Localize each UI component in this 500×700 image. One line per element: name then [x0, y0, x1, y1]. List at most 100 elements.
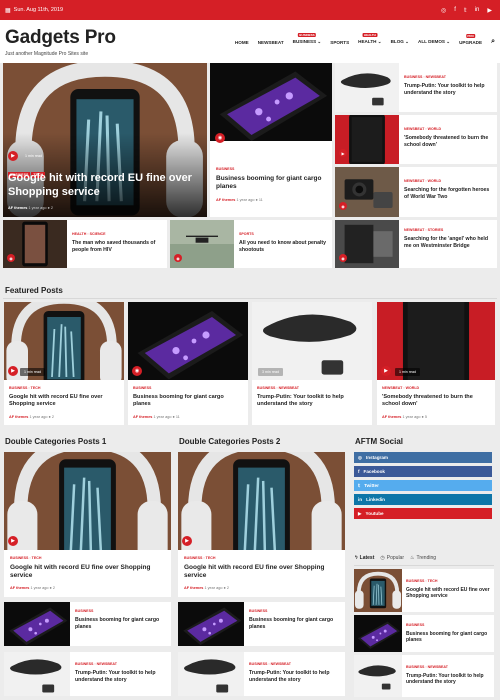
social-list: ◎ Instagram f Facebook 𝕥 Twitter in Linkedin… [354, 452, 492, 522]
post-title[interactable]: Google hit with record EU fine over Shop… [406, 587, 492, 600]
latest-item[interactable]: BUSINESS Business booming for giant carg… [354, 615, 494, 652]
post-thumbnail [4, 602, 70, 646]
category-tag[interactable]: BUSINESS ◦ NEWSBEAT [75, 662, 117, 666]
featured-card[interactable]: ▶ 1 min read BUSINESS ◦ TECH Google hit … [4, 302, 124, 425]
bolt-icon: ϟ [355, 555, 358, 561]
site-title[interactable]: Gadgets Pro [5, 28, 116, 47]
category-tag[interactable]: BUSINESS [406, 623, 424, 627]
latest-item[interactable]: BUSINESS ◦ NEWSBEAT Trump-Putin: Your to… [354, 655, 494, 697]
post-title[interactable]: Business booming for giant cargo planes [216, 175, 328, 191]
post-title[interactable]: Trump-Putin: Your toolkit to help unders… [75, 670, 167, 683]
tab-trending[interactable]: ♨ Trending [410, 555, 436, 561]
hero-right-item[interactable]: BUSINESS ◦ NEWSBEAT Trump-Putin: Your to… [335, 63, 497, 112]
category-tag[interactable]: NEWSBEAT ◦ WORLD [382, 386, 419, 390]
category-tag[interactable]: SPORTS [239, 232, 254, 236]
category-tag[interactable]: BUSINESS [133, 386, 151, 390]
category-tag[interactable]: BUSINESS [216, 167, 234, 171]
category-tag[interactable]: BUSINESS ◦ TECH [10, 556, 41, 560]
hero-bottom-item[interactable]: ◉ SPORTS All you need to know about pena… [170, 220, 332, 268]
social-heading: AFTM Social [355, 437, 404, 446]
facebook-button[interactable]: f Facebook [354, 466, 492, 477]
post-title[interactable]: Searching for the 'angel' who held me on… [404, 236, 494, 249]
featured-card[interactable]: ◉ BUSINESS Business booming for giant ca… [128, 302, 248, 425]
post-title[interactable]: Business booming for giant cargo planes [406, 631, 492, 644]
post-title[interactable]: Google hit with record EU fine over Shop… [9, 394, 119, 408]
nav-business[interactable]: BUSINESS BUSINESS ⌄ [293, 33, 321, 45]
category-tag[interactable]: BUSINESS [249, 609, 267, 613]
post-meta: AF themes 1 year ago ● 2 [184, 586, 229, 590]
hero-second-card[interactable]: ◉ BUSINESS Business booming for giant ca… [210, 63, 332, 217]
tab-latest[interactable]: ϟ Latest [355, 555, 374, 561]
category-tag[interactable]: BUSINESS ◦ NEWSBEAT [404, 75, 446, 79]
post-title[interactable]: Google hit with record EU fine over Shop… [10, 564, 168, 580]
post-title[interactable]: Trump-Putin: Your toolkit to help unders… [257, 394, 367, 408]
post-thumbnail [354, 655, 402, 697]
category-tag[interactable]: BUSINESS [75, 609, 93, 613]
double-list-item[interactable]: BUSINESS ◦ NEWSBEAT Trump-Putin: Your to… [178, 652, 345, 696]
post-title[interactable]: Business booming for giant cargo planes [249, 617, 341, 630]
facebook-icon[interactable]: f [454, 7, 456, 14]
nav-upgrade[interactable]: PRO UPGRADE [459, 33, 482, 45]
post-title[interactable]: Business booming for giant cargo planes [133, 394, 243, 408]
nav-sports[interactable]: SPORTS [330, 40, 349, 45]
post-title[interactable]: Business booming for giant cargo planes [75, 617, 167, 630]
video-icon: ▶ [339, 149, 347, 157]
latest-item[interactable]: BUSINESS ◦ TECH Google hit with record E… [354, 569, 494, 612]
nav-newsbeat[interactable]: NEWSBEAT [258, 40, 284, 45]
double-list-item[interactable]: BUSINESS ◦ NEWSBEAT Trump-Putin: Your to… [4, 652, 171, 696]
author-link[interactable]: AF themes [8, 206, 27, 210]
category-tag[interactable]: BUSINESS ◦ TECH [406, 579, 437, 583]
nav-health[interactable]: HEALTH HEALTH ⌄ [358, 33, 382, 45]
featured-card[interactable]: 3 min read BUSINESS ◦ NEWSBEAT Trump-Put… [252, 302, 372, 425]
category-tag[interactable]: BUSINESS ◦ NEWSBEAT [257, 386, 299, 390]
featured-card[interactable]: ▶ 1 min read NEWSBEAT ◦ WORLD 'Somebody … [377, 302, 495, 425]
post-title[interactable]: 'Somebody threatened to burn the school … [404, 135, 494, 148]
category-tag[interactable]: BUSINESS ◦ TECH [184, 556, 215, 560]
nav-blog[interactable]: BLOG ⌄ [391, 39, 409, 45]
nav-home[interactable]: HOME [235, 40, 249, 45]
double-list-item[interactable]: BUSINESS Business booming for giant carg… [178, 602, 345, 646]
post-title[interactable]: Trump-Putin: Your toolkit to help unders… [249, 670, 341, 683]
post-title[interactable]: Trump-Putin: Your toolkit to help unders… [406, 673, 492, 686]
double-main-card[interactable]: ▶ BUSINESS ◦ TECH Google hit with record… [178, 452, 345, 597]
category-tag[interactable]: NEWSBEAT ◦ WORLD [404, 179, 441, 183]
site-logo[interactable]: Gadgets Pro Just another Magnitude Pro S… [5, 26, 116, 57]
double-list-item[interactable]: BUSINESS Business booming for giant carg… [4, 602, 171, 646]
category-tag[interactable]: NEWSBEAT ◦ STORIES [404, 228, 443, 232]
youtube-icon[interactable]: ▶ [487, 7, 492, 14]
hero-right-item[interactable]: ◉ NEWSBEAT ◦ STORIES Searching for the '… [335, 220, 497, 268]
instagram-icon[interactable]: ◎ [441, 7, 446, 14]
category-tag[interactable]: HEALTH ◦ SCIENCE [72, 232, 106, 236]
category-tag[interactable]: BUSINESS ◦ TECH [9, 386, 40, 390]
site-header: Gadgets Pro Just another Magnitude Pro S… [0, 20, 500, 63]
linkedin-icon[interactable]: in [475, 7, 480, 14]
post-title[interactable]: All you need to know about penalty shoot… [239, 240, 329, 253]
category-tag[interactable]: BUSINESS ◦ NEWSBEAT [406, 665, 448, 669]
double-main-card[interactable]: ▶ BUSINESS ◦ TECH Google hit with record… [4, 452, 171, 597]
author-link[interactable]: AF themes [216, 198, 235, 202]
nav-all-demos[interactable]: ALL DEMOS ⌄ [418, 39, 450, 45]
hero-right-item[interactable]: ▶ NEWSBEAT ◦ WORLD 'Somebody threatened … [335, 115, 497, 164]
twitter-icon[interactable]: 𝕥 [464, 7, 467, 14]
twitter-button[interactable]: 𝕥 Twitter [354, 480, 492, 491]
hero-bottom-item[interactable]: ◉ HEALTH ◦ SCIENCE The man who saved tho… [3, 220, 167, 268]
tab-popular[interactable]: ◷ Popular [380, 555, 404, 561]
hero-main-title[interactable]: Google hit with record EU fine over Shop… [8, 172, 203, 200]
search-icon[interactable]: ⌕ [491, 38, 495, 46]
post-title[interactable]: Trump-Putin: Your toolkit to help unders… [404, 83, 494, 96]
post-title[interactable]: The man who saved thousands of people fr… [72, 240, 164, 253]
hero-second-image [210, 63, 332, 141]
post-title[interactable]: 'Somebody threatened to burn the school … [382, 394, 490, 408]
post-title[interactable]: Searching for the forgotten heroes of Wo… [404, 187, 494, 200]
facebook-icon: f [358, 469, 360, 474]
featured-heading: Featured Posts [5, 286, 63, 295]
youtube-button[interactable]: ▶ Youtube [354, 508, 492, 519]
instagram-button[interactable]: ◎ Instagram [354, 452, 492, 463]
category-tag[interactable]: NEWSBEAT ◦ WORLD [404, 127, 441, 131]
hero-main-card[interactable]: ▶ 1 min read BUSINESS TECH Google hit wit… [3, 63, 207, 217]
category-tag[interactable]: BUSINESS ◦ NEWSBEAT [249, 662, 291, 666]
post-title[interactable]: Google hit with record EU fine over Shop… [184, 564, 342, 580]
linkedin-button[interactable]: in Linkedin [354, 494, 492, 505]
post-thumbnail [128, 302, 248, 380]
hero-right-item[interactable]: ◉ NEWSBEAT ◦ WORLD Searching for the for… [335, 167, 497, 217]
